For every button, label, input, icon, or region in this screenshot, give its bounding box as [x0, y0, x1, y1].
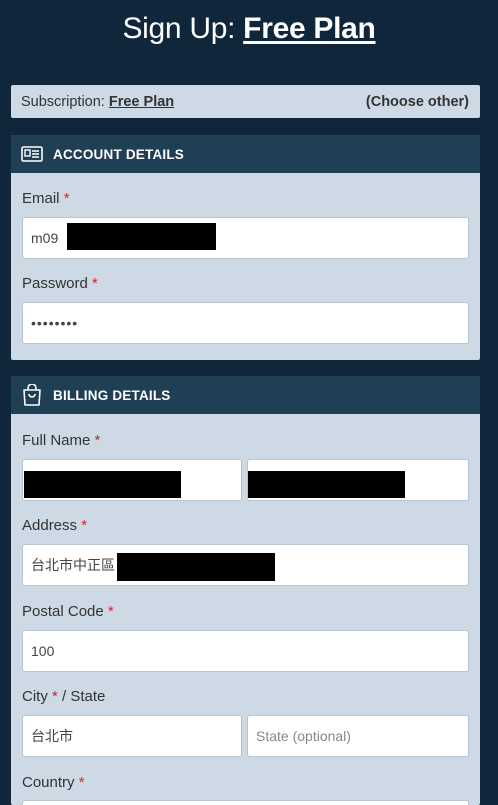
address-label: Address *: [22, 517, 87, 534]
password-label: Password *: [22, 275, 98, 292]
city-field[interactable]: 台北市: [22, 715, 242, 757]
required-mark: *: [107, 603, 114, 620]
password-label-text: Password: [22, 275, 88, 292]
required-mark: *: [81, 517, 88, 534]
billing-details-panel: BILLING DETAILS Full Name * Address * 台北…: [11, 376, 480, 805]
shopping-bag-icon: [21, 384, 43, 406]
page-title: Sign Up: Free Plan: [0, 12, 498, 46]
required-mark: *: [63, 190, 70, 207]
choose-other-link[interactable]: (Choose other): [366, 94, 469, 110]
subscription-label: Subscription:: [21, 93, 109, 110]
subscription-plan-link[interactable]: Free Plan: [109, 94, 174, 110]
id-card-icon: [21, 143, 43, 165]
address-label-text: Address: [22, 517, 78, 534]
city-value: 台北市: [31, 728, 73, 744]
billing-details-title: BILLING DETAILS: [53, 387, 171, 403]
subscription-bar: Subscription: Free Plan (Choose other): [11, 85, 480, 118]
full-name-label: Full Name *: [22, 432, 100, 449]
subscription-info: Subscription: Free Plan: [21, 94, 174, 110]
account-details-header: ACCOUNT DETAILS: [11, 135, 480, 173]
city-state-label: City * / State: [22, 688, 105, 705]
country-select[interactable]: [22, 800, 469, 805]
address-value: 台北市中正區: [31, 557, 115, 573]
state-placeholder: State (optional): [256, 728, 351, 744]
state-field[interactable]: State (optional): [247, 715, 469, 757]
postal-code-label-text: Postal Code: [22, 603, 104, 620]
billing-details-header: BILLING DETAILS: [11, 376, 480, 414]
redaction-block: [67, 223, 216, 250]
account-details-panel: ACCOUNT DETAILS Email * m09 Password * •…: [11, 135, 480, 360]
postal-code-value: 100: [31, 643, 55, 659]
required-mark: *: [78, 774, 85, 791]
page-title-prefix: Sign Up:: [122, 12, 244, 45]
redaction-block: [248, 471, 405, 498]
country-label: Country *: [22, 774, 85, 791]
required-mark: *: [92, 275, 98, 292]
email-label: Email *: [22, 190, 70, 207]
full-name-label-text: Full Name: [22, 432, 91, 449]
email-label-text: Email: [22, 190, 60, 207]
postal-code-label: Postal Code *: [22, 603, 114, 620]
postal-code-field[interactable]: 100: [22, 630, 469, 672]
email-value: m09: [31, 230, 59, 246]
page-title-plan-link[interactable]: Free Plan: [243, 12, 376, 45]
country-label-text: Country: [22, 774, 75, 791]
state-label-text: / State: [57, 688, 106, 705]
required-mark: *: [94, 432, 101, 449]
redaction-block: [24, 471, 181, 498]
password-field[interactable]: ••••••••: [22, 302, 469, 344]
account-details-title: ACCOUNT DETAILS: [53, 146, 184, 162]
password-value: ••••••••: [31, 315, 79, 331]
city-label-text: City: [22, 688, 48, 705]
redaction-block: [117, 553, 275, 581]
